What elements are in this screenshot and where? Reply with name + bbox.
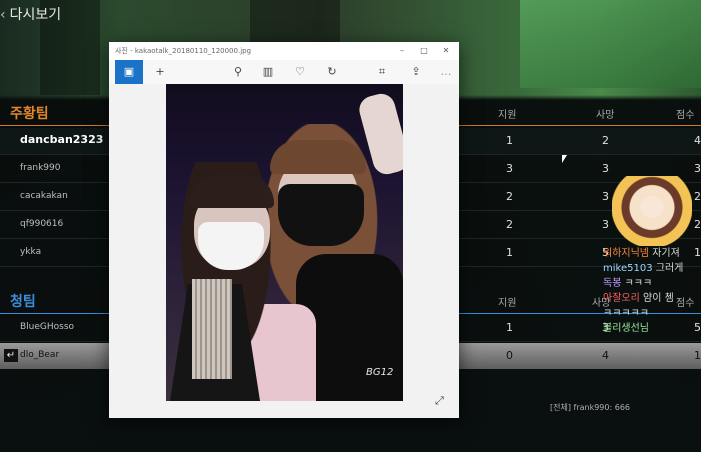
checked-shirt xyxy=(192,279,232,379)
chat-user: 아잘오리 xyxy=(603,293,640,304)
stream-chat: 워하지닉넴 자기져 mike5103 그러게 독봉 ㅋㅋㅋ 아잘오리 얌이 쳄 … xyxy=(603,246,701,336)
sticker-face xyxy=(640,196,664,218)
photo-watermark: BG12 xyxy=(366,367,394,378)
window-title: 사진 - kakaotalk_20180110_120000.jpg xyxy=(115,47,252,55)
expand-icon[interactable]: ⤢ xyxy=(435,394,444,408)
chat-line: mike5103 그러게 xyxy=(603,261,701,276)
chat-text: 자기져 xyxy=(652,248,680,259)
chat-line: 워하지닉넴 자기져 xyxy=(603,246,701,261)
player-name: ykka xyxy=(20,247,42,257)
player-name: dancban2323 xyxy=(20,133,104,146)
orange-team-name: 주황팀 xyxy=(10,106,49,122)
player-assist: 2 xyxy=(506,190,513,203)
rotate-icon[interactable]: ↻ xyxy=(321,60,343,84)
more-icon[interactable]: … xyxy=(435,60,457,84)
photo-viewer-window[interactable]: 사진 - kakaotalk_20180110_120000.jpg – □ ✕… xyxy=(109,42,459,418)
col-score: 점수 xyxy=(676,110,695,121)
player-score: 4 xyxy=(694,134,701,147)
system-chat-line: [전체] frank990: 666 xyxy=(550,403,630,412)
maximize-icon[interactable]: □ xyxy=(417,44,431,58)
player-name: dlo_Bear xyxy=(20,350,60,360)
chat-line: 블리생선님 xyxy=(603,321,701,336)
player-death: 2 xyxy=(602,134,609,147)
col-assist: 지원 xyxy=(498,110,517,121)
chat-line: ㅋㅋㅋㅋㅋ xyxy=(603,306,701,321)
window-titlebar[interactable]: 사진 - kakaotalk_20180110_120000.jpg – □ ✕ xyxy=(109,42,459,60)
chat-user: 독봉 xyxy=(603,278,622,289)
share-icon[interactable]: ⇪ xyxy=(405,60,427,84)
player-assist: 1 xyxy=(506,246,513,259)
black-mask xyxy=(278,184,364,246)
player-assist: 0 xyxy=(506,349,513,362)
chat-line: 독봉 ㅋㅋㅋ xyxy=(603,276,701,291)
col-death: 사망 xyxy=(596,110,615,121)
player-name: qf990616 xyxy=(20,219,64,229)
player-assist: 3 xyxy=(506,162,513,175)
close-icon[interactable]: ✕ xyxy=(439,44,453,58)
mouse-cursor-icon xyxy=(562,155,567,163)
player-death: 3 xyxy=(602,218,609,231)
player-name: cacakakan xyxy=(20,191,68,201)
player-death: 4 xyxy=(602,349,609,362)
chat-user: 블리생선님 xyxy=(603,323,649,334)
back-arrow-icon[interactable]: ‹ xyxy=(0,7,6,23)
delete-icon[interactable]: ▥ xyxy=(257,60,279,84)
minimize-icon[interactable]: – xyxy=(395,44,409,58)
player-score: 3 xyxy=(694,162,701,175)
blue-team-name: 청팀 xyxy=(10,294,36,310)
player-death: 3 xyxy=(602,190,609,203)
player-assist: 2 xyxy=(506,218,513,231)
chat-text: 얌이 쳄 xyxy=(643,293,674,304)
replay-title[interactable]: ‹ 다시보기 xyxy=(0,4,61,24)
chat-user: 워하지닉넴 xyxy=(603,248,649,259)
player-assist: 1 xyxy=(506,134,513,147)
player-score: 2 xyxy=(694,218,701,231)
bangs-left xyxy=(190,174,274,208)
player-assist: 1 xyxy=(506,321,513,334)
replay-label: 다시보기 xyxy=(9,7,62,23)
player-name: BlueGHosso xyxy=(20,322,75,332)
player-name: frank990 xyxy=(20,163,61,173)
return-icon: ↵ xyxy=(4,349,18,362)
image-icon[interactable]: ▣ xyxy=(115,60,143,84)
chat-text: ㅋㅋㅋ xyxy=(624,278,653,289)
player-score: 1 xyxy=(694,349,701,362)
photo-toolbar: ▣ + ⚲ ▥ ♡ ↻ ⌗ ⇪ … xyxy=(109,60,459,84)
background-green-panel xyxy=(520,0,701,88)
photo-image: BG12 xyxy=(166,84,403,401)
chat-text: 그러게 xyxy=(655,263,684,274)
chat-text: ㅋㅋㅋㅋㅋ xyxy=(603,308,649,319)
player-score: 2 xyxy=(694,190,701,203)
zoom-icon[interactable]: ⚲ xyxy=(227,60,249,84)
chat-line: 아잘오리 얌이 쳄 xyxy=(603,291,701,306)
crop-icon[interactable]: ⌗ xyxy=(371,60,393,84)
player-death: 3 xyxy=(602,162,609,175)
heart-icon[interactable]: ♡ xyxy=(289,60,311,84)
col-assist: 지원 xyxy=(498,298,517,309)
chat-user: mike5103 xyxy=(603,263,653,274)
add-icon[interactable]: + xyxy=(149,60,171,84)
